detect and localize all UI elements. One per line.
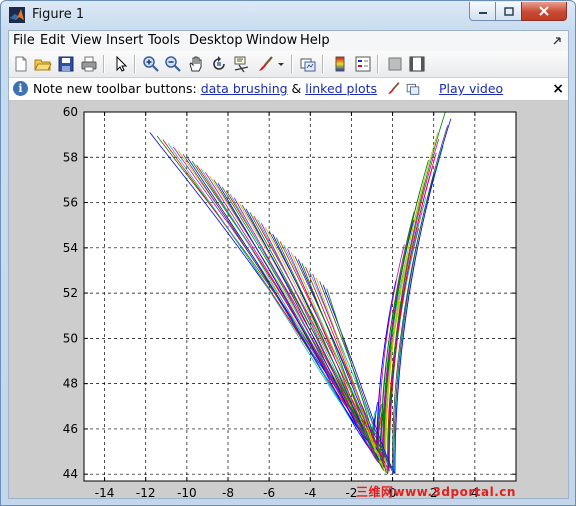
plot-area[interactable]: -14 -12 -10 -8 -6 -4 -2 0 2 4444648505254565860 [9,101,568,498]
brush-icon[interactable] [256,55,274,73]
play-video-link[interactable]: Play video [439,81,503,96]
show-plot-tools-icon[interactable] [408,55,426,73]
maximize-icon [503,6,514,16]
y-tick-label: 48 [63,377,78,391]
colorbar-icon[interactable] [331,55,349,73]
menu-window[interactable]: Window [246,33,297,48]
info-amp: & [287,81,306,96]
menu-edit[interactable]: Edit [40,33,65,48]
info-bar: i Note new toolbar buttons: data brushin… [9,78,568,101]
figure-toolbar [9,51,568,78]
toolbar-separator [103,55,105,73]
dock-arrow-icon[interactable] [552,34,562,46]
menu-file[interactable]: File [13,33,35,48]
x-tick-label: -14 [95,486,115,498]
toolbar-separator [322,55,324,73]
y-tick-label: 54 [63,241,78,255]
pointer-icon[interactable] [112,55,130,73]
zoom-in-icon[interactable] [142,55,160,73]
brush-icon [388,82,400,95]
menu-bar: File Edit View Insert Tools Desktop Wind… [9,31,568,51]
title-bar[interactable]: Figure 1 [1,1,575,29]
data-brushing-link[interactable]: data brushing [201,81,288,96]
toolbar-separator [291,55,293,73]
save-icon[interactable] [57,55,75,73]
window-title: Figure 1 [32,7,85,22]
x-tick-label: -4 [304,486,316,498]
x-tick-label: -10 [177,486,197,498]
y-tick-label: 56 [63,196,78,210]
link-plot-icon [406,83,420,95]
close-button[interactable] [521,2,567,21]
client-area: File Edit View Insert Tools Desktop Wind… [8,30,569,499]
menu-insert[interactable]: Insert [106,33,143,48]
menu-view[interactable]: View [71,33,102,48]
y-tick-label: 46 [63,422,78,436]
data-cursor-icon[interactable] [233,55,251,73]
rotate-icon[interactable] [210,55,228,73]
hide-plot-tools-icon[interactable] [386,55,404,73]
y-tick-label: 58 [63,150,78,164]
y-tick-label: 52 [63,286,78,300]
zoom-out-icon[interactable] [164,55,182,73]
info-close-button[interactable]: × [552,81,564,97]
dropdown-icon[interactable] [277,55,285,73]
x-tick-label: -6 [263,486,275,498]
pan-icon[interactable] [187,55,205,73]
close-icon [539,6,549,16]
info-message: Note new toolbar buttons: data brushing … [33,81,503,96]
info-prefix: Note new toolbar buttons: [33,81,201,96]
info-icon: i [13,81,28,96]
x-tick-label: -12 [136,486,156,498]
print-icon[interactable] [80,55,98,73]
open-icon[interactable] [34,55,52,73]
linked-plots-link[interactable]: linked plots [305,81,377,96]
new-figure-icon[interactable] [12,55,30,73]
legend-icon[interactable] [354,55,372,73]
y-tick-label: 50 [63,331,78,345]
toolbar-separator [134,55,136,73]
minimize-icon [478,12,487,14]
link-plot-icon[interactable] [299,55,317,73]
figure-window: Figure 1 File Edit View Insert Tools Des… [0,0,576,506]
menu-desktop[interactable]: Desktop [189,33,243,48]
maximize-button[interactable] [495,2,522,21]
matlab-logo-icon [9,7,25,23]
x-tick-label: -8 [222,486,234,498]
minimize-button[interactable] [469,2,496,21]
axes-background [84,112,516,481]
y-tick-label: 60 [63,105,78,119]
toolbar-separator [377,55,379,73]
watermark: 三维网www.3dportal.cn [356,485,516,499]
menu-help[interactable]: Help [300,33,330,48]
figure-canvas: -14 -12 -10 -8 -6 -4 -2 0 2 4 44 46 48 50 52 54 56 58 60 [9,101,568,498]
y-tick-label: 44 [63,467,78,481]
menu-tools[interactable]: Tools [148,33,180,48]
